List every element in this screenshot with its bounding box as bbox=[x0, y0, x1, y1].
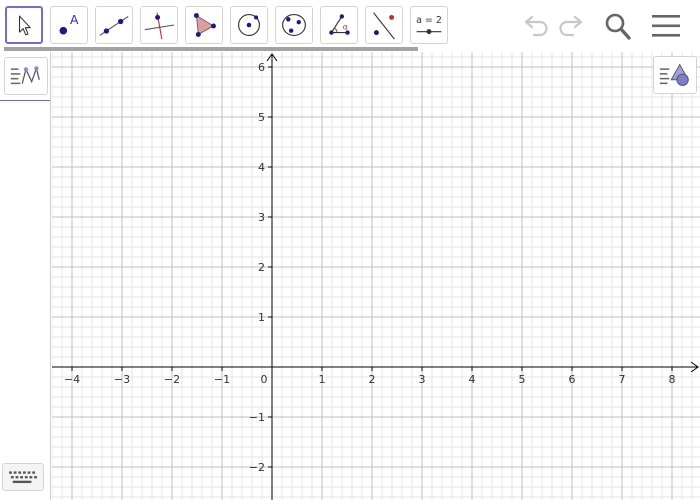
graphics-style-bar-icon bbox=[659, 63, 690, 86]
line-tool-button[interactable] bbox=[95, 6, 133, 44]
reflect-tool-button[interactable] bbox=[365, 6, 403, 44]
perpendicular-line-tool-button[interactable] bbox=[140, 6, 178, 44]
circle-tool-button[interactable] bbox=[230, 6, 268, 44]
x-tick-label: −2 bbox=[164, 373, 180, 386]
toolbar: A α a = 2 bbox=[0, 0, 700, 51]
keyboard-button[interactable] bbox=[2, 463, 44, 491]
algebra-view-tab[interactable] bbox=[4, 57, 48, 95]
keyboard-icon bbox=[9, 471, 37, 484]
coordinate-grid[interactable]: −4 −3 −2 −1 0 1 2 3 4 5 6 7 8 6 5 4 3 2 1 −1 −2 bbox=[52, 52, 700, 500]
x-tick-label: 5 bbox=[519, 373, 526, 386]
y-tick-label: 6 bbox=[258, 61, 265, 74]
graphics-style-bar-button[interactable] bbox=[653, 56, 697, 94]
minor-grid bbox=[52, 52, 700, 500]
x-tick-label: 6 bbox=[569, 373, 576, 386]
major-grid bbox=[52, 52, 700, 500]
y-tick-label: 4 bbox=[258, 161, 265, 174]
undo-button[interactable] bbox=[518, 8, 552, 44]
reflect-about-line-icon bbox=[373, 12, 395, 40]
graphics-view[interactable]: −4 −3 −2 −1 0 1 2 3 4 5 6 7 8 6 5 4 3 2 1 −1 −2 bbox=[52, 52, 700, 500]
angle-icon: α bbox=[329, 14, 350, 35]
point-icon: A bbox=[59, 13, 79, 35]
hamburger-menu-icon bbox=[652, 15, 680, 37]
x-tick-label: −1 bbox=[214, 373, 230, 386]
x-tick-label: 2 bbox=[369, 373, 376, 386]
x-tick-label: 0 bbox=[261, 373, 268, 386]
cursor-arrow-icon bbox=[18, 15, 31, 36]
x-tick-label: −4 bbox=[64, 373, 80, 386]
y-tick-label: 1 bbox=[258, 311, 265, 324]
x-tick-label: 7 bbox=[619, 373, 626, 386]
algebra-view-icon bbox=[10, 66, 40, 85]
algebra-tab-underline bbox=[0, 100, 50, 101]
undo-icon bbox=[524, 15, 548, 37]
circle-center-point-icon bbox=[238, 14, 260, 36]
point-tool-label: A bbox=[70, 13, 79, 27]
move-tool-button[interactable] bbox=[5, 6, 43, 44]
x-axis-tick-labels: −4 −3 −2 −1 0 1 2 3 4 5 6 7 8 bbox=[64, 373, 676, 386]
y-tick-label: −2 bbox=[249, 461, 265, 474]
slider-tool-label: a = 2 bbox=[416, 15, 442, 26]
toolbar-scrollbar[interactable] bbox=[4, 47, 418, 51]
point-tool-button[interactable]: A bbox=[50, 6, 88, 44]
y-tick-label: −1 bbox=[249, 411, 265, 424]
polygon-tool-button[interactable] bbox=[185, 6, 223, 44]
y-tick-label: 2 bbox=[258, 261, 265, 274]
x-tick-label: −3 bbox=[114, 373, 130, 386]
perpendicular-line-icon bbox=[144, 12, 175, 40]
algebra-panel bbox=[0, 52, 51, 500]
line-through-points-icon bbox=[99, 16, 129, 36]
search-button[interactable] bbox=[601, 8, 635, 44]
redo-icon bbox=[559, 15, 583, 37]
circle-three-points-icon bbox=[282, 14, 306, 36]
menu-button[interactable] bbox=[649, 8, 683, 44]
polygon-icon bbox=[193, 13, 216, 37]
search-icon bbox=[605, 13, 631, 40]
x-tick-label: 8 bbox=[669, 373, 676, 386]
circle-three-points-tool-button[interactable] bbox=[275, 6, 313, 44]
x-tick-label: 3 bbox=[419, 373, 426, 386]
slider-icon: a = 2 bbox=[416, 15, 442, 35]
angle-tool-button[interactable]: α bbox=[320, 6, 358, 44]
y-tick-label: 5 bbox=[258, 111, 265, 124]
y-tick-label: 3 bbox=[258, 211, 265, 224]
x-tick-label: 1 bbox=[319, 373, 326, 386]
redo-button[interactable] bbox=[555, 8, 589, 44]
slider-tool-button[interactable]: a = 2 bbox=[410, 6, 448, 44]
angle-tool-label: α bbox=[343, 23, 348, 32]
x-tick-label: 4 bbox=[469, 373, 476, 386]
